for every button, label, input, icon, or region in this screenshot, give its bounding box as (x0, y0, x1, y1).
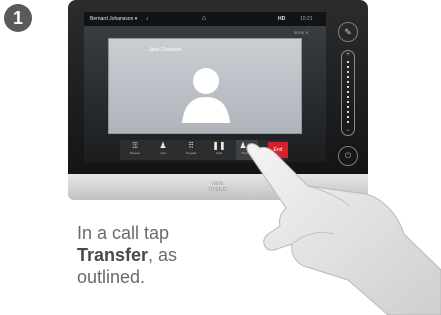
cisco-logo: ıllıllı CISCO (208, 181, 228, 193)
add-button[interactable]: ♟ Add (152, 140, 174, 160)
present-icon: ⍐ (132, 141, 138, 150)
volume-slider[interactable]: + − (341, 50, 355, 136)
mute-mic-icon[interactable]: ✎ (338, 22, 358, 42)
hold-button[interactable]: ❚❚ Hold (208, 140, 230, 160)
bell-icon[interactable]: ♪ (146, 12, 149, 26)
step-number-badge: 1 (4, 4, 32, 32)
pointing-hand-icon (246, 143, 441, 315)
volume-track (347, 61, 349, 125)
clock: 10:21 (300, 16, 313, 22)
present-button[interactable]: ⍐ Present (124, 140, 146, 160)
volume-up-icon[interactable]: + (342, 52, 354, 58)
status-bar: Bernard Johansson ▾ ♪ ⌂ HD 10:21 (84, 12, 326, 26)
avatar-silhouette-icon (182, 68, 230, 123)
hd-badge: HD (278, 16, 286, 22)
call-timer: 00:00 ✕ (294, 30, 309, 35)
remote-video: Jane Davidson (108, 38, 302, 134)
remote-participant-name: Jane Davidson (149, 47, 183, 53)
add-person-icon: ♟ (159, 141, 167, 150)
keypad-button[interactable]: ⠿ Keypad (180, 140, 202, 160)
keypad-icon: ⠿ (188, 141, 194, 150)
transfer-keyword: Transfer (77, 245, 149, 265)
home-icon[interactable]: ⌂ (202, 12, 206, 26)
instruction-caption: In a call tap Transfer, as outlined. (77, 223, 178, 287)
caller-name[interactable]: Bernard Johansson ▾ (90, 12, 137, 26)
pause-icon: ❚❚ (212, 141, 226, 150)
